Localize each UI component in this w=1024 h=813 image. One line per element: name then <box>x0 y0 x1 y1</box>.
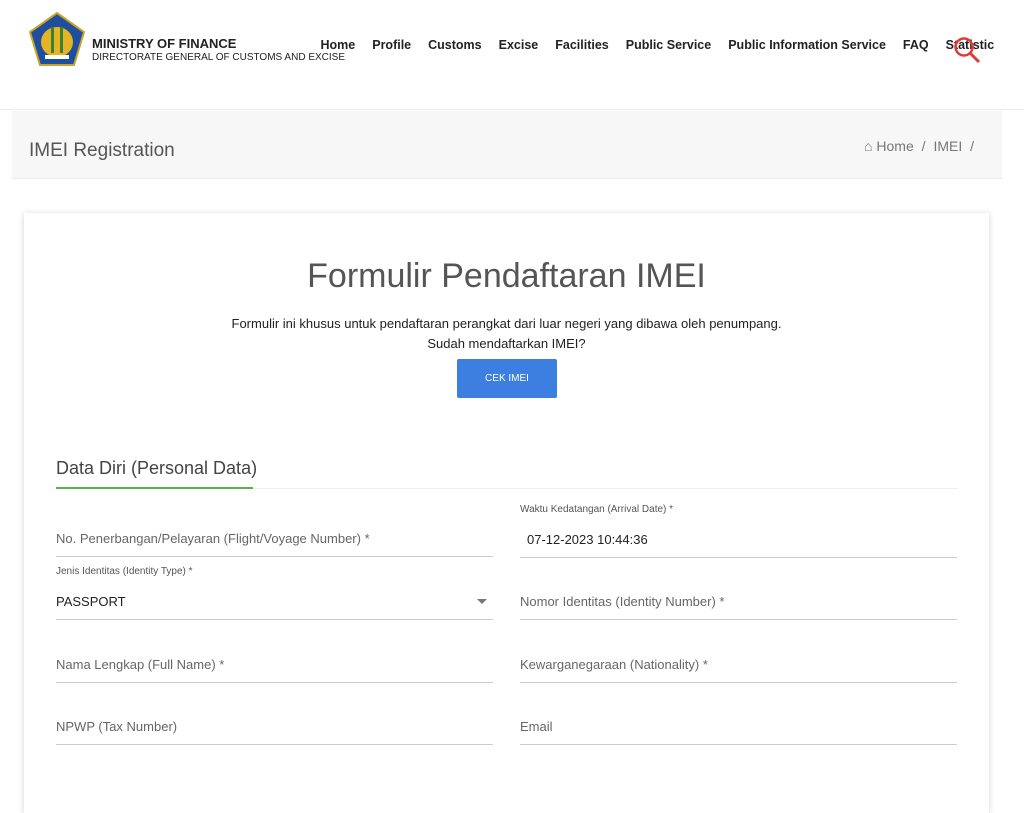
home-icon: ⌂ <box>863 138 873 154</box>
email-input[interactable]: Email <box>520 705 957 745</box>
ministry-logo[interactable] <box>29 12 85 66</box>
nav-facilities[interactable]: Facilities <box>547 38 618 52</box>
breadcrumb-imei[interactable]: IMEI <box>933 138 962 154</box>
chevron-down-icon <box>477 599 487 604</box>
nav-customs[interactable]: Customs <box>420 38 490 52</box>
check-imei-button[interactable]: CEK IMEI <box>457 359 557 398</box>
form-subtitle: Formulir ini khusus untuk pendaftaran pe… <box>231 316 782 331</box>
nav-excise[interactable]: Excise <box>490 38 547 52</box>
nav-public-service[interactable]: Public Service <box>617 38 719 52</box>
nationality-input[interactable]: Kewarganegaraan (Nationality) * <box>520 643 957 683</box>
main-nav: Home Profile Customs Excise Facilities P… <box>312 38 1003 52</box>
nav-faq[interactable]: FAQ <box>894 38 937 52</box>
form-title: Formulir Pendaftaran IMEI <box>307 257 706 295</box>
nav-home[interactable]: Home <box>312 38 364 52</box>
form-question: Sudah mendaftarkan IMEI? <box>427 336 586 351</box>
npwp-input[interactable]: NPWP (Tax Number) <box>56 705 493 745</box>
brand-title: MINISTRY OF FINANCE <box>92 36 237 51</box>
identity-number-input[interactable]: Nomor Identitas (Identity Number) * <box>520 580 957 620</box>
full-name-input[interactable]: Nama Lengkap (Full Name) * <box>56 643 493 683</box>
flight-number-input[interactable]: No. Penerbangan/Pelayaran (Flight/Voyage… <box>56 517 493 557</box>
brand-subtitle: DIRECTORATE GENERAL OF CUSTOMS AND EXCIS… <box>92 52 346 63</box>
arrival-date-input[interactable]: Waktu Kedatangan (Arrival Date) * 07-12-2… <box>520 504 957 558</box>
page-title: IMEI Registration <box>29 140 175 161</box>
registration-card: Formulir Pendaftaran IMEI Formulir ini k… <box>24 213 989 813</box>
breadcrumb-home[interactable]: Home <box>876 138 913 154</box>
nav-public-information-service[interactable]: Public Information Service <box>720 38 895 52</box>
breadcrumb: ⌂ Home / IMEI / <box>863 138 974 154</box>
section-underline <box>56 487 253 489</box>
identity-type-select[interactable]: Jenis Identitas (Identity Type) * PASSPOR… <box>56 566 493 620</box>
nav-profile[interactable]: Profile <box>364 38 420 52</box>
page-title-bar: IMEI Registration ⌂ Home / IMEI / <box>12 111 1002 179</box>
section-heading: Data Diri (Personal Data) <box>56 458 258 478</box>
search-icon[interactable] <box>953 36 981 64</box>
site-header: MINISTRY OF FINANCE DIRECTORATE GENERAL … <box>0 0 1024 110</box>
